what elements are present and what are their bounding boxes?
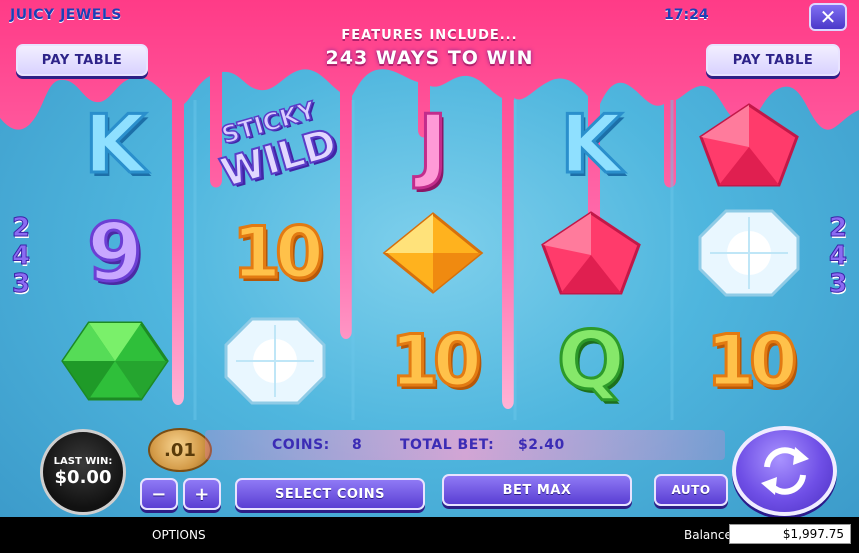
symbol-10: 10 bbox=[389, 320, 483, 402]
slot-game-screen: JUICY JEWELS 17:24 ✕ FEATURES INCLUDE...… bbox=[0, 0, 859, 553]
ways-digit: 4 bbox=[828, 241, 848, 271]
spin-button[interactable] bbox=[732, 426, 837, 516]
pay-table-button-right[interactable]: PAY TABLE bbox=[706, 44, 840, 76]
reel-5: 10 bbox=[674, 92, 824, 412]
select-coins-button[interactable]: SELECT COINS bbox=[235, 478, 425, 510]
reel-3: J 10 bbox=[358, 92, 508, 412]
increase-coins-button[interactable]: + bbox=[183, 478, 221, 510]
reel-2: STICKY WILD 10 bbox=[200, 92, 350, 412]
yellow-gem-icon bbox=[358, 200, 508, 306]
reel-1: K 9 bbox=[40, 92, 190, 412]
coins-label: COINS: bbox=[272, 437, 330, 453]
ways-digit: 3 bbox=[11, 269, 31, 299]
balance-label: Balance bbox=[684, 528, 732, 542]
symbol-k: K bbox=[83, 98, 148, 191]
close-icon: ✕ bbox=[819, 5, 837, 29]
symbol-10: 10 bbox=[231, 212, 325, 294]
ways-digit: 3 bbox=[828, 269, 848, 299]
ways-digit: 4 bbox=[11, 241, 31, 271]
symbol-k: K bbox=[559, 98, 624, 191]
ways-digit: 2 bbox=[828, 213, 848, 243]
close-button[interactable]: ✕ bbox=[809, 3, 847, 31]
diamond-icon bbox=[674, 200, 824, 306]
game-title: JUICY JEWELS bbox=[10, 7, 122, 23]
balance-value: $1,997.75 bbox=[729, 524, 851, 544]
refresh-arrows-icon bbox=[760, 447, 809, 495]
total-bet-label: TOTAL BET: bbox=[400, 437, 495, 453]
diamond-icon bbox=[200, 308, 350, 414]
ways-badge-left: 2 4 3 bbox=[6, 213, 36, 299]
coin-value-token[interactable]: .01 bbox=[148, 428, 212, 472]
clock: 17:24 bbox=[664, 7, 709, 23]
bet-max-button[interactable]: BET MAX bbox=[442, 474, 632, 506]
ways-badge-right: 2 4 3 bbox=[823, 213, 853, 299]
red-gem-icon bbox=[674, 92, 824, 198]
reel-4: K Q bbox=[516, 92, 666, 412]
decrease-coins-button[interactable]: − bbox=[140, 478, 178, 510]
last-win-value: $0.00 bbox=[54, 467, 112, 488]
options-link[interactable]: OPTIONS bbox=[152, 528, 206, 542]
symbol-j: J bbox=[417, 98, 450, 191]
last-win-label: LAST WIN: bbox=[53, 456, 113, 467]
sticky-wild-symbol: STICKY WILD bbox=[193, 82, 356, 208]
red-gem-icon bbox=[516, 200, 666, 306]
symbol-10: 10 bbox=[705, 320, 799, 402]
symbol-q: Q bbox=[555, 314, 626, 407]
reel-grid: K 9 STICKY WILD 10 J 10 K Q 10 bbox=[40, 92, 820, 412]
green-gem-icon bbox=[40, 308, 190, 414]
last-win-display: LAST WIN: $0.00 bbox=[40, 429, 126, 515]
ways-digit: 2 bbox=[11, 213, 31, 243]
coins-value: 8 bbox=[352, 437, 363, 453]
total-bet-value: $2.40 bbox=[518, 437, 565, 453]
auto-play-button[interactable]: AUTO bbox=[654, 474, 728, 506]
symbol-9: 9 bbox=[86, 206, 145, 299]
features-heading: FEATURES INCLUDE... bbox=[341, 28, 518, 43]
pay-table-button-left[interactable]: PAY TABLE bbox=[16, 44, 148, 76]
